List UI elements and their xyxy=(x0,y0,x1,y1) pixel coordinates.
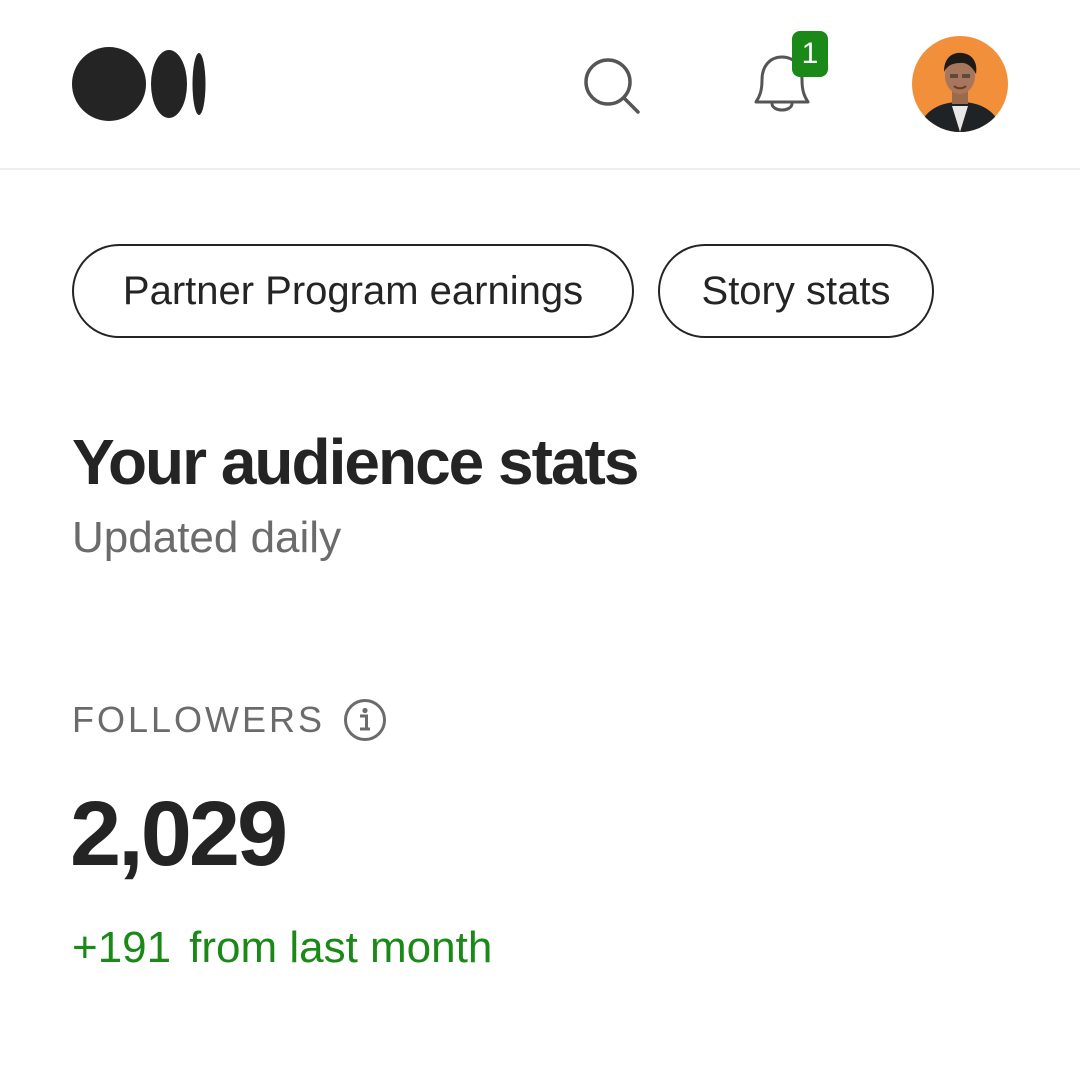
tab-partner-program-earnings[interactable]: Partner Program earnings xyxy=(72,244,634,338)
tab-story-stats[interactable]: Story stats xyxy=(658,244,934,338)
notification-count-badge: 1 xyxy=(792,31,828,77)
followers-change: +191 from last month xyxy=(72,918,492,978)
followers-change-suffix: from last month xyxy=(189,923,493,972)
followers-change-value: +191 xyxy=(72,923,172,972)
followers-label: FOLLOWERS xyxy=(72,699,326,740)
page-subtitle: Updated daily xyxy=(72,513,342,562)
page-title: Your audience stats xyxy=(72,426,639,498)
top-bar: 1 xyxy=(0,0,1080,170)
avatar-image xyxy=(912,36,1008,132)
user-avatar[interactable] xyxy=(912,36,1008,132)
medium-logo-icon[interactable] xyxy=(72,46,206,122)
search-icon[interactable] xyxy=(580,54,644,118)
info-icon[interactable] xyxy=(343,698,387,742)
followers-header: FOLLOWERS xyxy=(72,696,387,744)
followers-count: 2,029 xyxy=(70,783,288,885)
